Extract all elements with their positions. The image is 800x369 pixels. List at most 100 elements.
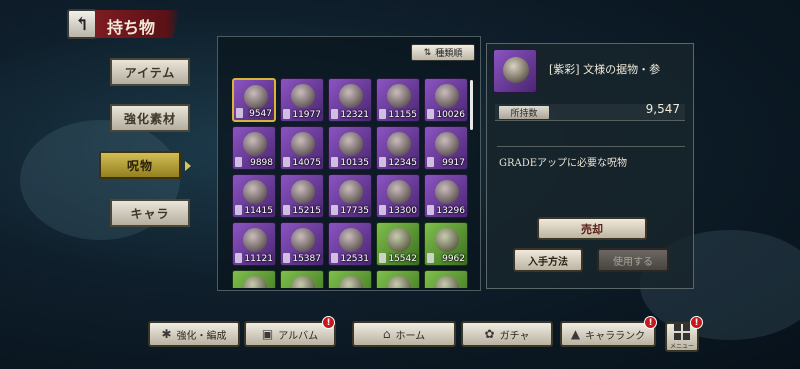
relic-icon	[291, 228, 315, 252]
sort-icon: ⇅	[423, 47, 432, 58]
item-cell[interactable]	[424, 270, 468, 288]
relic-icon	[435, 180, 459, 204]
back-arrow-icon: ↰	[74, 13, 90, 35]
item-cell[interactable]: 9917	[424, 126, 468, 170]
item-cell[interactable]	[376, 270, 420, 288]
sell-button[interactable]: 売却	[537, 217, 647, 240]
item-cell[interactable]: 13296	[424, 174, 468, 218]
grade-icon	[236, 108, 243, 118]
nav-home[interactable]: ⌂ ホーム	[352, 321, 456, 347]
relic-icon	[291, 132, 315, 156]
grade-icon	[379, 157, 386, 167]
grade-icon	[235, 157, 242, 167]
item-count: 11977	[292, 110, 321, 120]
item-cell[interactable]: 11155	[376, 78, 420, 122]
relic-icon	[243, 276, 267, 288]
relic-icon	[339, 132, 363, 156]
nav-gacha[interactable]: ✿ ガチャ	[461, 321, 553, 347]
owned-label: 所持数	[499, 106, 549, 119]
item-count: 15215	[292, 206, 321, 216]
item-cell[interactable]: 11415	[232, 174, 276, 218]
rank-icon: ▲	[570, 327, 581, 341]
item-count: 9917	[442, 158, 465, 168]
item-count: 12531	[340, 254, 369, 264]
relic-icon	[435, 276, 459, 288]
relic-icon	[339, 84, 363, 108]
item-count: 11155	[388, 110, 417, 120]
relic-icon	[243, 228, 267, 252]
item-cell[interactable]: 11121	[232, 222, 276, 266]
item-cell[interactable]: 13300	[376, 174, 420, 218]
item-cell[interactable]: 17735	[328, 174, 372, 218]
album-icon: ▣	[261, 327, 274, 341]
item-cell[interactable]	[280, 270, 324, 288]
grade-icon	[427, 253, 434, 263]
tab-enhance-materials[interactable]: 強化素材	[110, 104, 190, 132]
item-count: 9962	[442, 254, 465, 264]
notification-badge: !	[322, 316, 335, 329]
relic-icon	[339, 228, 363, 252]
item-cell[interactable]: 9547	[232, 78, 276, 122]
item-count: 14075	[292, 158, 321, 168]
item-grid: 9547 11977 12321 11155 10026 9898 14075 10135 12…	[232, 78, 472, 288]
obtain-method-button[interactable]: 入手方法	[513, 248, 583, 272]
nav-label: ガチャ	[499, 330, 530, 342]
item-cell[interactable]: 10026	[424, 78, 468, 122]
item-cell[interactable]: 12321	[328, 78, 372, 122]
item-cell[interactable]: 10135	[328, 126, 372, 170]
nav-character-rank[interactable]: ▲ キャラランク	[560, 321, 656, 347]
item-count: 11121	[244, 254, 273, 264]
grade-icon	[379, 109, 386, 119]
relic-icon	[244, 85, 268, 109]
item-cell[interactable]: 15542	[376, 222, 420, 266]
relic-icon	[243, 132, 267, 156]
item-name: [紫彩] 文様の据物・参	[549, 63, 661, 76]
owned-value: 9,547	[645, 102, 680, 116]
item-count: 15542	[388, 254, 417, 264]
item-count: 10135	[340, 158, 369, 168]
grade-icon	[379, 205, 386, 215]
grade-icon	[379, 253, 386, 263]
page-title: 持ち物	[95, 10, 180, 38]
tab-characters[interactable]: キャラ	[110, 199, 190, 227]
nav-enhance-formation[interactable]: ✱ 強化・編成	[148, 321, 240, 347]
relic-icon	[503, 57, 529, 83]
item-cell[interactable]: 14075	[280, 126, 324, 170]
use-button[interactable]: 使用する	[597, 248, 669, 272]
item-cell[interactable]: 15387	[280, 222, 324, 266]
relic-icon	[243, 180, 267, 204]
item-count: 11415	[244, 206, 273, 216]
item-cell[interactable]: 9962	[424, 222, 468, 266]
relic-icon	[435, 228, 459, 252]
item-cell[interactable]: 11977	[280, 78, 324, 122]
grid-scrollbar[interactable]	[470, 80, 473, 130]
grade-icon	[283, 157, 290, 167]
grade-icon	[235, 253, 242, 263]
sort-button[interactable]: ⇅ 種類順	[411, 44, 475, 61]
item-count: 9547	[249, 109, 272, 119]
relic-icon	[387, 132, 411, 156]
notification-badge: !	[644, 316, 657, 329]
enhance-icon: ✱	[161, 327, 172, 341]
nav-label: キャラランク	[585, 330, 646, 342]
item-cell[interactable]: 9898	[232, 126, 276, 170]
relic-icon	[339, 276, 363, 288]
relic-icon	[387, 228, 411, 252]
gacha-icon: ✿	[484, 327, 495, 341]
grade-icon	[427, 205, 434, 215]
item-cell[interactable]	[328, 270, 372, 288]
relic-icon	[339, 180, 363, 204]
item-cell[interactable]: 15215	[280, 174, 324, 218]
item-cell[interactable]: 12345	[376, 126, 420, 170]
grade-icon	[283, 253, 290, 263]
menu-grid-icon	[674, 324, 690, 340]
tab-items[interactable]: アイテム	[110, 58, 190, 86]
item-cell[interactable]	[232, 270, 276, 288]
relic-icon	[387, 180, 411, 204]
back-button[interactable]: ↰	[67, 9, 97, 39]
nav-label: アルバム	[278, 330, 319, 342]
item-count: 15387	[292, 254, 321, 264]
grade-icon	[427, 109, 434, 119]
tab-cursed-objects[interactable]: 呪物	[99, 151, 181, 179]
item-cell[interactable]: 12531	[328, 222, 372, 266]
